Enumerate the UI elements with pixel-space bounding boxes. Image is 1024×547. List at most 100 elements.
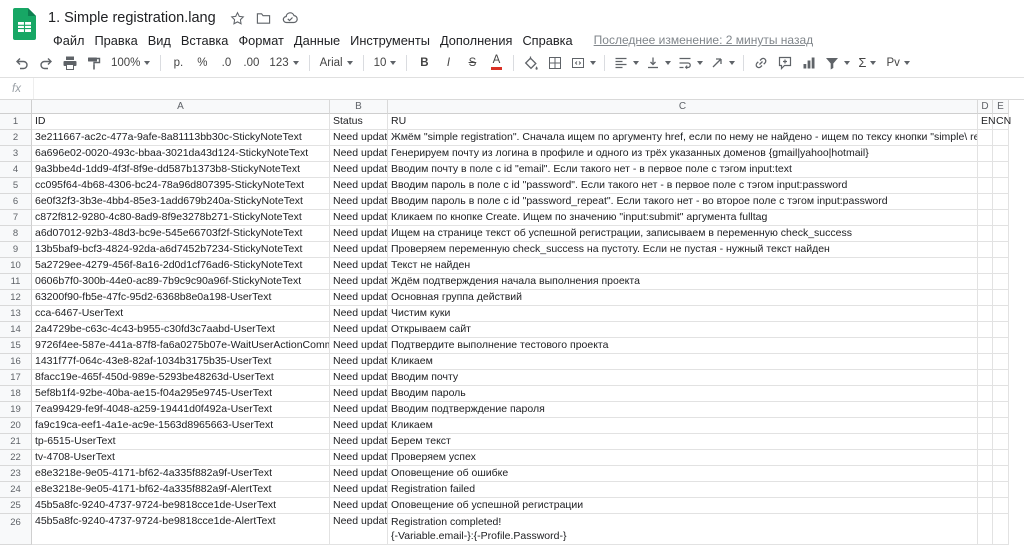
cell-E15[interactable] — [993, 338, 1009, 354]
cell-E24[interactable] — [993, 482, 1009, 498]
cell-D4[interactable] — [978, 162, 993, 178]
menu-addons[interactable]: Дополнения — [435, 33, 518, 48]
cell-A24[interactable]: e8e3218e-9e05-4171-bf62-4a335f882a9f-Ale… — [32, 482, 330, 498]
cell-E1[interactable]: CN — [993, 114, 1009, 130]
cell-E4[interactable] — [993, 162, 1009, 178]
cell-D10[interactable] — [978, 258, 993, 274]
redo-button[interactable] — [34, 51, 58, 75]
cell-D6[interactable] — [978, 194, 993, 210]
functions-button[interactable]: Σ — [853, 51, 881, 75]
row-header-15[interactable]: 15 — [0, 338, 32, 354]
cell-D11[interactable] — [978, 274, 993, 290]
cell-A4[interactable]: 9a3bbe4d-1dd9-4f3f-8f9e-dd587b1373b8-Sti… — [32, 162, 330, 178]
cell-B9[interactable]: Need update — [330, 242, 388, 258]
row-header-7[interactable]: 7 — [0, 210, 32, 226]
font-select[interactable]: Arial — [315, 51, 358, 75]
cell-A10[interactable]: 5a2729ee-4279-456f-8a16-2d0d1cf76ad6-Sti… — [32, 258, 330, 274]
cell-E23[interactable] — [993, 466, 1009, 482]
column-header-B[interactable]: B — [330, 100, 388, 114]
select-all-corner[interactable] — [0, 100, 32, 114]
cell-E7[interactable] — [993, 210, 1009, 226]
cell-A2[interactable]: 3e211667-ac2c-477a-9afe-8a81113bb30c-Sti… — [32, 130, 330, 146]
menu-file[interactable]: Файл — [48, 33, 89, 48]
cell-B4[interactable]: Need update — [330, 162, 388, 178]
cell-E6[interactable] — [993, 194, 1009, 210]
cell-C26[interactable]: Registration completed! {-Variable.email… — [388, 514, 978, 545]
cell-E13[interactable] — [993, 306, 1009, 322]
cell-C2[interactable]: Жмём "simple registration". Сначала ищем… — [388, 130, 978, 146]
row-header-19[interactable]: 19 — [0, 402, 32, 418]
cell-E2[interactable] — [993, 130, 1009, 146]
cell-D23[interactable] — [978, 466, 993, 482]
cell-D24[interactable] — [978, 482, 993, 498]
cell-B26[interactable]: Need update — [330, 514, 388, 545]
paint-format-button[interactable] — [82, 51, 106, 75]
cell-C13[interactable]: Чистим куки — [388, 306, 978, 322]
undo-button[interactable] — [10, 51, 34, 75]
cell-B21[interactable]: Need update — [330, 434, 388, 450]
cell-A20[interactable]: fa9c19ca-eef1-4a1e-ac9e-1563d8965663-Use… — [32, 418, 330, 434]
row-header-18[interactable]: 18 — [0, 386, 32, 402]
cell-D22[interactable] — [978, 450, 993, 466]
row-header-13[interactable]: 13 — [0, 306, 32, 322]
cell-E8[interactable] — [993, 226, 1009, 242]
cell-A14[interactable]: 2a4729be-c63c-4c43-b955-c30fd3c7aabd-Use… — [32, 322, 330, 338]
cell-B16[interactable]: Need update — [330, 354, 388, 370]
cell-E11[interactable] — [993, 274, 1009, 290]
cell-D8[interactable] — [978, 226, 993, 242]
row-header-3[interactable]: 3 — [0, 146, 32, 162]
row-header-22[interactable]: 22 — [0, 450, 32, 466]
document-title[interactable]: 1. Simple registration.lang — [48, 10, 216, 26]
increase-decimal-button[interactable]: .00 — [238, 51, 264, 75]
menu-edit[interactable]: Правка — [89, 33, 142, 48]
row-header-12[interactable]: 12 — [0, 290, 32, 306]
cell-B5[interactable]: Need update — [330, 178, 388, 194]
cell-A22[interactable]: tv-4708-UserText — [32, 450, 330, 466]
cell-A1[interactable]: ID — [32, 114, 330, 130]
font-size-select[interactable]: 10 — [369, 51, 402, 75]
format-percent-button[interactable]: % — [190, 51, 214, 75]
cell-B3[interactable]: Need update — [330, 146, 388, 162]
cell-C19[interactable]: Вводим подтверждение пароля — [388, 402, 978, 418]
cell-A9[interactable]: 13b5baf9-bcf3-4824-92da-a6d7452b7234-Sti… — [32, 242, 330, 258]
menu-insert[interactable]: Вставка — [176, 33, 234, 48]
cell-B23[interactable]: Need update — [330, 466, 388, 482]
cell-C18[interactable]: Вводим пароль — [388, 386, 978, 402]
cell-E3[interactable] — [993, 146, 1009, 162]
cell-E26[interactable] — [993, 514, 1009, 545]
cell-E14[interactable] — [993, 322, 1009, 338]
cell-D16[interactable] — [978, 354, 993, 370]
row-header-4[interactable]: 4 — [0, 162, 32, 178]
fill-color-button[interactable] — [519, 51, 543, 75]
cell-E9[interactable] — [993, 242, 1009, 258]
last-edit-link[interactable]: Последнее изменение: 2 минуты назад — [594, 33, 814, 47]
cell-B15[interactable]: Need update — [330, 338, 388, 354]
cell-E19[interactable] — [993, 402, 1009, 418]
cell-D19[interactable] — [978, 402, 993, 418]
cell-C25[interactable]: Оповещение об успешной регистрации — [388, 498, 978, 514]
cell-B8[interactable]: Need update — [330, 226, 388, 242]
cell-E5[interactable] — [993, 178, 1009, 194]
row-header-2[interactable]: 2 — [0, 130, 32, 146]
insert-chart-button[interactable] — [797, 51, 821, 75]
row-header-25[interactable]: 25 — [0, 498, 32, 514]
cell-B6[interactable]: Need update — [330, 194, 388, 210]
cell-D1[interactable]: EN — [978, 114, 993, 130]
formula-input[interactable] — [34, 78, 1024, 99]
cell-B22[interactable]: Need update — [330, 450, 388, 466]
cell-E17[interactable] — [993, 370, 1009, 386]
cell-C8[interactable]: Ищем на странице текст об успешной регис… — [388, 226, 978, 242]
cell-A7[interactable]: c872f812-9280-4c80-8ad9-8f9e3278b271-Sti… — [32, 210, 330, 226]
cell-A25[interactable]: 45b5a8fc-9240-4737-9724-be9818cce1de-Use… — [32, 498, 330, 514]
cell-C5[interactable]: Вводим пароль в поле с id "password". Ес… — [388, 178, 978, 194]
text-rotation-button[interactable] — [706, 51, 738, 75]
row-header-10[interactable]: 10 — [0, 258, 32, 274]
cell-C24[interactable]: Registration failed — [388, 482, 978, 498]
italic-button[interactable]: I — [436, 51, 460, 75]
column-header-E[interactable]: E — [993, 100, 1009, 114]
star-button[interactable] — [228, 8, 248, 28]
number-format-button[interactable]: 123 — [264, 51, 303, 75]
text-color-button[interactable]: A — [484, 51, 508, 75]
cell-D14[interactable] — [978, 322, 993, 338]
row-header-11[interactable]: 11 — [0, 274, 32, 290]
